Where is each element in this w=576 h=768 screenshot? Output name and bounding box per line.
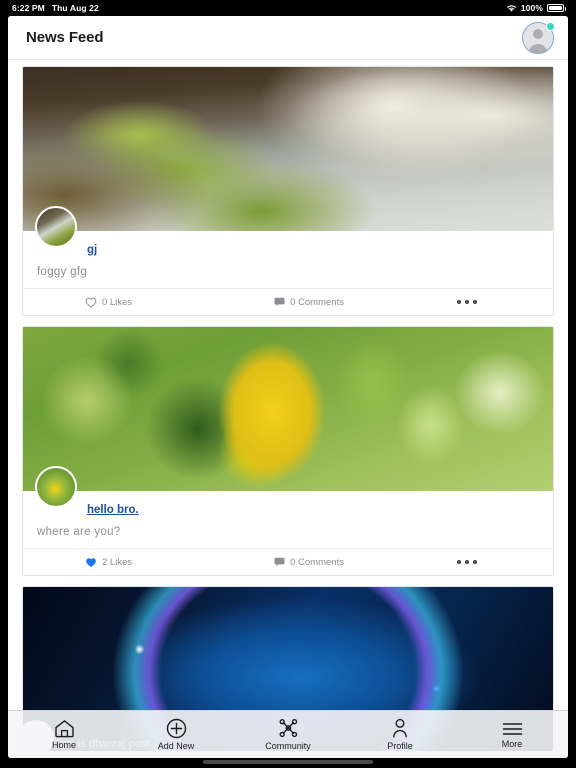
comment-count-label: 0 Comments <box>290 296 344 308</box>
status-time: 6:22 PM <box>12 3 45 13</box>
post-author-name[interactable]: gj <box>87 244 97 256</box>
post-author-name[interactable]: hello bro. <box>87 504 139 516</box>
ellipsis-icon <box>457 300 461 304</box>
post-image[interactable] <box>23 327 553 508</box>
post-action-bar: 2 Likes 0 Comments <box>23 548 553 575</box>
post-caption: foggy gfg <box>37 266 88 278</box>
bottom-tab-bar: Home Add New Community Profile More <box>8 710 568 758</box>
ellipsis-icon <box>465 300 469 304</box>
profile-avatar-button[interactable] <box>522 21 555 54</box>
person-icon <box>393 718 407 738</box>
comment-count-label: 0 Comments <box>290 556 344 568</box>
avatar-body-shape <box>528 43 548 53</box>
app-header: News Feed <box>8 16 568 60</box>
tab-profile[interactable]: Profile <box>344 711 456 758</box>
status-bar: 6:22 PM Thu Aug 22 100% <box>0 0 576 16</box>
battery-percent-label: 100% <box>520 3 543 13</box>
ellipsis-icon <box>473 560 477 564</box>
page-title: News Feed <box>26 29 104 46</box>
status-bar-right: 100% <box>506 3 566 13</box>
post-more-options-button[interactable] <box>457 300 477 304</box>
post-image[interactable] <box>23 67 553 248</box>
like-button[interactable]: 0 Likes <box>85 297 132 308</box>
comment-button[interactable]: 0 Comments <box>274 297 344 308</box>
heart-filled-icon <box>86 557 96 567</box>
battery-full-icon <box>547 4 566 12</box>
tab-community[interactable]: Community <box>232 711 344 758</box>
like-button[interactable]: 2 Likes <box>85 557 132 568</box>
status-bar-left: 6:22 PM Thu Aug 22 <box>12 3 99 13</box>
post-more-options-button[interactable] <box>457 560 477 564</box>
comment-bubble-icon <box>274 557 285 567</box>
tab-add-new[interactable]: Add New <box>120 711 232 758</box>
heart-outline-icon <box>85 297 97 308</box>
ellipsis-icon <box>473 300 477 304</box>
post-caption: where are you? <box>37 526 121 538</box>
tab-label: Community <box>265 741 311 751</box>
share-network-icon <box>278 719 297 738</box>
avatar-head-shape <box>533 28 543 39</box>
wifi-icon <box>506 4 516 12</box>
online-status-badge <box>546 21 555 31</box>
app-screen: News Feed gj foggy gfg 0 Likes 0 Comment… <box>8 16 568 758</box>
like-count-label: 0 Likes <box>102 296 133 308</box>
home-indicator[interactable] <box>203 760 373 764</box>
like-count-label: 2 Likes <box>102 556 133 568</box>
news-feed-list[interactable]: gj foggy gfg 0 Likes 0 Comments hello br… <box>8 60 568 758</box>
ellipsis-icon <box>457 560 461 564</box>
tab-home[interactable]: Home <box>8 711 120 758</box>
post-author-avatar[interactable] <box>35 206 77 248</box>
post-card: gj foggy gfg 0 Likes 0 Comments <box>22 66 554 316</box>
post-author-row: gj <box>23 231 553 261</box>
status-date: Thu Aug 22 <box>51 3 99 13</box>
tab-more[interactable]: More <box>456 711 568 758</box>
tab-label: Profile <box>387 741 413 751</box>
comment-bubble-icon <box>274 297 285 307</box>
plus-circle-icon <box>166 718 186 739</box>
tab-label: Home <box>51 740 76 750</box>
hamburger-menu-icon <box>502 722 522 735</box>
post-author-avatar[interactable] <box>35 466 77 508</box>
post-author-row: hello bro. <box>23 491 553 521</box>
device-frame: 6:22 PM Thu Aug 22 100% News Feed gj fog… <box>0 0 576 768</box>
ellipsis-icon <box>465 560 469 564</box>
comment-button[interactable]: 0 Comments <box>274 557 344 568</box>
tab-label: More <box>501 738 523 749</box>
home-icon <box>54 720 74 738</box>
tab-label: Add New <box>157 741 195 751</box>
post-card: hello bro. where are you? 2 Likes 0 Comm… <box>22 326 554 576</box>
post-action-bar: 0 Likes 0 Comments <box>23 288 553 315</box>
